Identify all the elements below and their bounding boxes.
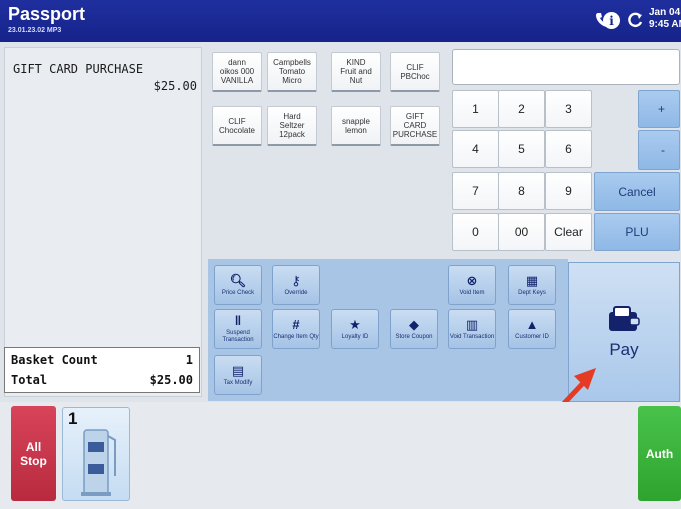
- clock: Jan 04 9:45 AM: [649, 7, 681, 31]
- cancel-circle-icon: ⊗: [466, 272, 478, 288]
- override-button[interactable]: ⚷ Override: [272, 265, 320, 305]
- product-key-kind-bar[interactable]: KIND Fruit and Nut: [331, 52, 381, 92]
- key-2[interactable]: 2: [498, 90, 545, 128]
- key-9[interactable]: 9: [545, 172, 592, 210]
- wallet-icon: [609, 306, 640, 331]
- total-row: Total $25.00: [11, 373, 193, 391]
- loyalty-id-label: Loyalty ID: [341, 333, 369, 340]
- customer-id-label: Customer ID: [515, 333, 549, 340]
- product-key-dannon-oikos[interactable]: dann oikos 000 VANILLA: [212, 52, 262, 92]
- key-8[interactable]: 8: [498, 172, 545, 210]
- receipt-panel: GIFT CARD PURCHASE $25.00: [4, 47, 202, 397]
- basket-count-row: Basket Count 1: [11, 353, 193, 371]
- grid-icon: ▦: [525, 272, 539, 288]
- suspend-transaction-button[interactable]: ‖ Suspend Transaction: [214, 309, 262, 349]
- plus-button[interactable]: +: [638, 90, 680, 128]
- key-00[interactable]: 00: [498, 213, 545, 251]
- star-icon: ★: [349, 316, 361, 332]
- pump-number: 1: [68, 409, 78, 428]
- key-6[interactable]: 6: [545, 130, 592, 168]
- line-item-name: GIFT CARD PURCHASE: [13, 62, 144, 76]
- pause-icon: ‖: [234, 313, 242, 328]
- change-item-qty-label: Change Item Qty: [273, 333, 319, 340]
- key-3[interactable]: 3: [545, 90, 592, 128]
- tax-modify-button[interactable]: ▤ Tax Modify: [214, 355, 262, 395]
- version-label: 23.01.23.02 MP3: [8, 27, 62, 34]
- brand-title: Passport: [8, 4, 86, 24]
- store-coupon-button[interactable]: ◆ Store Coupon: [390, 309, 438, 349]
- dept-keys-button[interactable]: ▦ Dept Keys: [508, 265, 556, 305]
- key-person-icon: ⚷: [291, 272, 301, 288]
- person-icon: ▲: [525, 316, 539, 332]
- void-transaction-label: Void Transaction: [449, 333, 495, 340]
- auth-button[interactable]: Auth: [638, 406, 681, 501]
- product-key-hard-seltzer[interactable]: Hard Seltzer 12pack: [267, 106, 317, 146]
- plu-button[interactable]: PLU: [594, 213, 680, 251]
- time-label: 9:45 AM: [649, 19, 681, 30]
- trash-icon: ▥: [465, 316, 479, 332]
- receipt-line-item[interactable]: GIFT CARD PURCHASE $25.00: [11, 60, 197, 100]
- product-key-clif-chocolate[interactable]: CLIF Chocolate: [212, 106, 262, 146]
- product-key-gift-card[interactable]: GIFT CARD PURCHASE: [390, 106, 440, 146]
- change-item-qty-button[interactable]: # Change Item Qty: [272, 309, 320, 349]
- total-label: Total: [11, 373, 48, 387]
- cancel-button[interactable]: Cancel: [594, 172, 680, 211]
- store-coupon-label: Store Coupon: [395, 333, 433, 340]
- key-0[interactable]: 0: [452, 213, 499, 251]
- entry-display-field[interactable]: [452, 49, 680, 85]
- date-label: Jan 04: [649, 7, 681, 18]
- customer-id-button[interactable]: ▲ Customer ID: [508, 309, 556, 349]
- void-item-button[interactable]: ⊗ Void Item: [448, 265, 496, 305]
- all-stop-label: All Stop: [20, 439, 47, 468]
- tag-icon: ◆: [409, 316, 419, 332]
- minus-button[interactable]: -: [638, 130, 680, 170]
- info-icon[interactable]: i: [603, 12, 620, 29]
- basket-count-label: Basket Count: [11, 353, 98, 367]
- key-4[interactable]: 4: [452, 130, 499, 168]
- pay-label: Pay: [609, 340, 639, 359]
- header-bar: Passport 23.01.23.02 MP3 i Jan 04 9:45 A…: [0, 0, 681, 42]
- key-5[interactable]: 5: [498, 130, 545, 168]
- refresh-icon[interactable]: [625, 10, 645, 30]
- key-7[interactable]: 7: [452, 172, 499, 210]
- dept-keys-label: Dept Keys: [518, 289, 546, 296]
- fuel-pump-icon: [81, 429, 116, 496]
- line-item-price: $25.00: [153, 79, 197, 93]
- basket-count-value: 1: [185, 353, 193, 367]
- product-key-clif-pbchoc[interactable]: CLIF PBChoc: [390, 52, 440, 92]
- hash-icon: #: [292, 316, 300, 332]
- magnifier-icon: 🔍︎: [229, 272, 247, 288]
- price-check-label: Price Check: [221, 289, 255, 296]
- loyalty-id-button[interactable]: ★ Loyalty ID: [331, 309, 379, 349]
- pos-screen: Passport 23.01.23.02 MP3 i Jan 04 9:45 A…: [0, 0, 681, 509]
- calculator-icon: ▤: [231, 362, 245, 378]
- basket-summary: Basket Count 1 Total $25.00: [4, 347, 200, 393]
- all-stop-button[interactable]: All Stop: [11, 406, 56, 501]
- key-1[interactable]: 1: [452, 90, 499, 128]
- void-item-label: Void Item: [459, 289, 485, 296]
- product-key-snapple-lemon[interactable]: snapple lemon: [331, 106, 381, 146]
- product-key-campbells-tomato[interactable]: Campbells Tomato Micro: [267, 52, 317, 92]
- price-check-button[interactable]: 🔍︎ Price Check: [214, 265, 262, 305]
- tax-modify-label: Tax Modify: [223, 379, 253, 386]
- clear-button[interactable]: Clear: [545, 213, 592, 251]
- fuel-pump-1[interactable]: 1: [62, 407, 130, 501]
- total-value: $25.00: [149, 373, 193, 387]
- suspend-transaction-label: Suspend Transaction: [222, 330, 254, 343]
- override-label: Override: [284, 289, 308, 296]
- void-transaction-button[interactable]: ▥ Void Transaction: [448, 309, 496, 349]
